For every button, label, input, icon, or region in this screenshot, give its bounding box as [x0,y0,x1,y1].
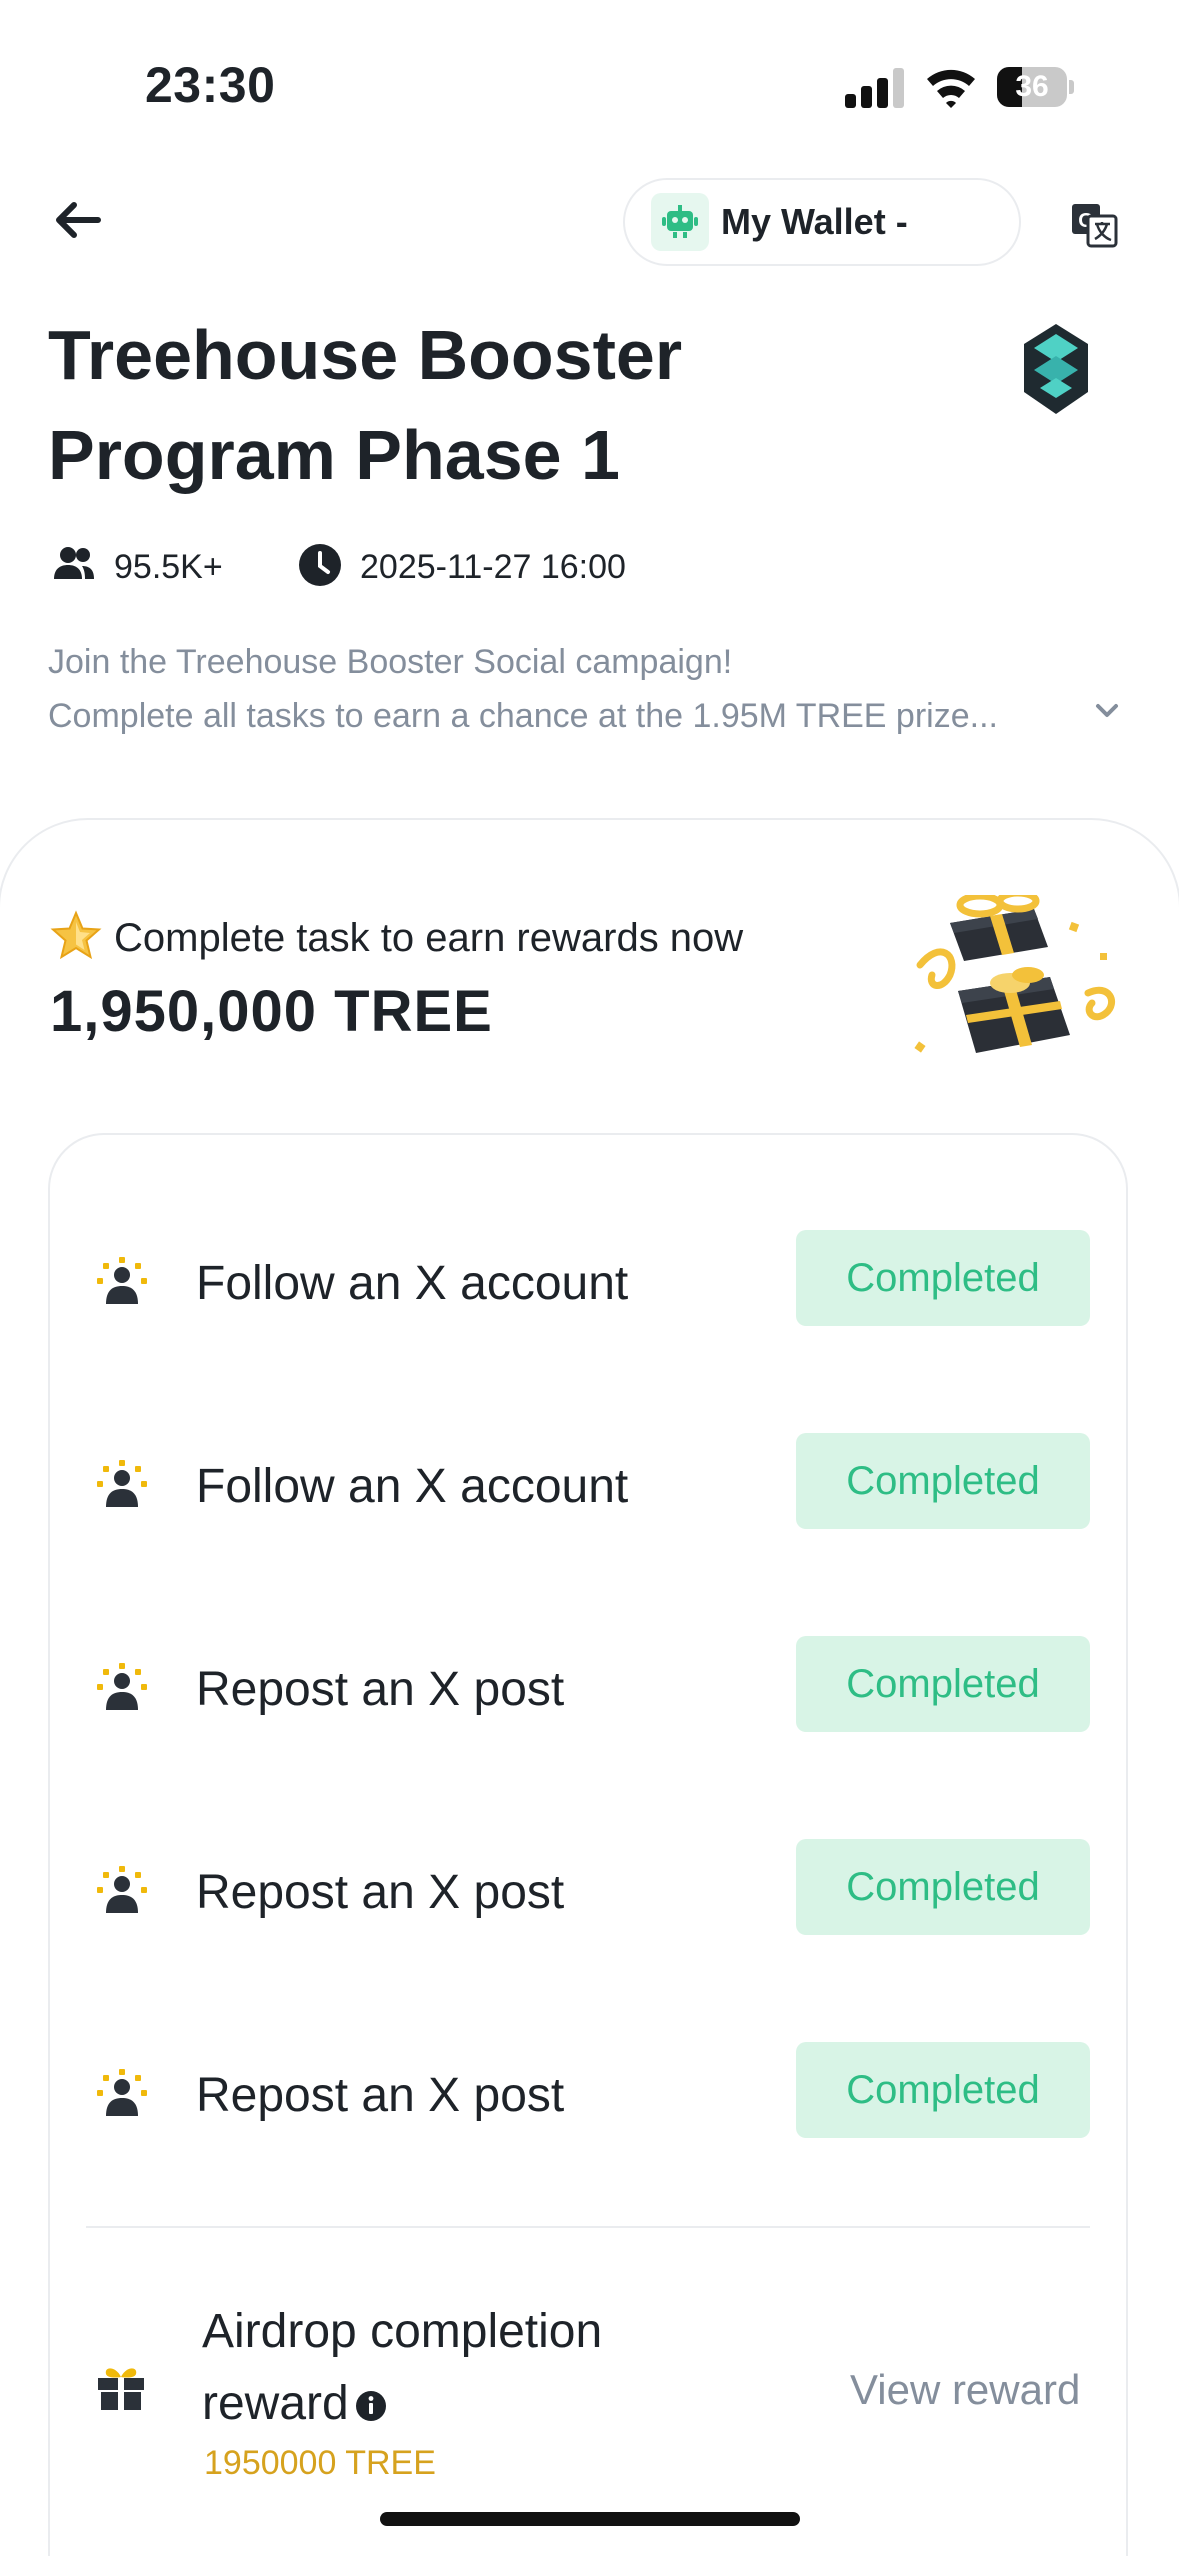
title-line-1: Treehouse Booster [48,316,683,394]
airdrop-title: Airdrop completion reward [202,2296,762,2440]
airdrop-title-line-2: reward [202,2377,349,2430]
chevron-down-icon[interactable] [1090,698,1124,722]
task-person-icon [97,2069,147,2116]
battery-level: 36 [1015,70,1049,103]
cellular-signal-icon [845,68,905,108]
status-time: 23:30 [145,57,276,113]
task-row[interactable]: Repost an X post Completed [48,2042,1128,2142]
participant-count: 95.5K+ [114,548,223,586]
description-line-2: Complete all tasks to earn a chance at t… [48,697,998,735]
wallet-selector-button[interactable]: My Wallet - [623,178,1021,266]
task-status-badge: Completed [796,1433,1090,1529]
gift-box-illustration [914,895,1115,1053]
task-status-badge: Completed [796,1636,1090,1732]
page-title: Treehouse Booster Program Phase 1 [48,305,948,505]
clock-icon [299,544,341,586]
earn-rewards-label: Complete task to earn rewards now [114,916,744,960]
back-arrow-icon[interactable] [48,190,108,250]
task-row[interactable]: Follow an X account Completed [48,1433,1128,1533]
treehouse-logo [1024,324,1088,414]
translate-icon[interactable]: G [1070,200,1118,248]
description-line-1: Join the Treehouse Booster Social campai… [48,643,733,681]
task-person-icon [97,1663,147,1710]
battery-icon: 36 [997,67,1074,107]
divider [86,2226,1090,2228]
task-status-badge: Completed [796,1839,1090,1935]
task-label: Follow an X account [196,1257,629,1310]
task-person-icon [97,1257,147,1304]
task-person-icon [97,1866,147,1913]
task-label: Follow an X account [196,1460,629,1513]
robot-icon [651,193,709,251]
wallet-label: My Wallet - [721,201,908,242]
task-label: Repost an X post [196,2069,565,2122]
campaign-description[interactable]: Join the Treehouse Booster Social campai… [48,635,1048,743]
task-label: Repost an X post [196,1663,565,1716]
wifi-icon [927,69,975,108]
end-time: 2025-11-27 16:00 [360,548,626,586]
airdrop-title-line-1: Airdrop completion [202,2305,603,2358]
airdrop-amount: 1950000 TREE [204,2444,436,2482]
participants-icon [54,547,94,579]
task-person-icon [97,1460,147,1507]
reward-total: 1,950,000 TREE [50,979,493,1044]
home-indicator [380,2512,800,2526]
title-line-2: Program Phase 1 [48,416,620,494]
gift-icon [98,2368,144,2410]
task-row[interactable]: Follow an X account Completed [48,1230,1128,1330]
star-icon [50,910,102,960]
task-label: Repost an X post [196,1866,565,1919]
info-icon[interactable] [355,2390,387,2422]
view-reward-button[interactable]: View reward [850,2366,1080,2414]
task-status-badge: Completed [796,2042,1090,2138]
task-status-badge: Completed [796,1230,1090,1326]
task-row[interactable]: Repost an X post Completed [48,1636,1128,1736]
task-row[interactable]: Repost an X post Completed [48,1839,1128,1939]
